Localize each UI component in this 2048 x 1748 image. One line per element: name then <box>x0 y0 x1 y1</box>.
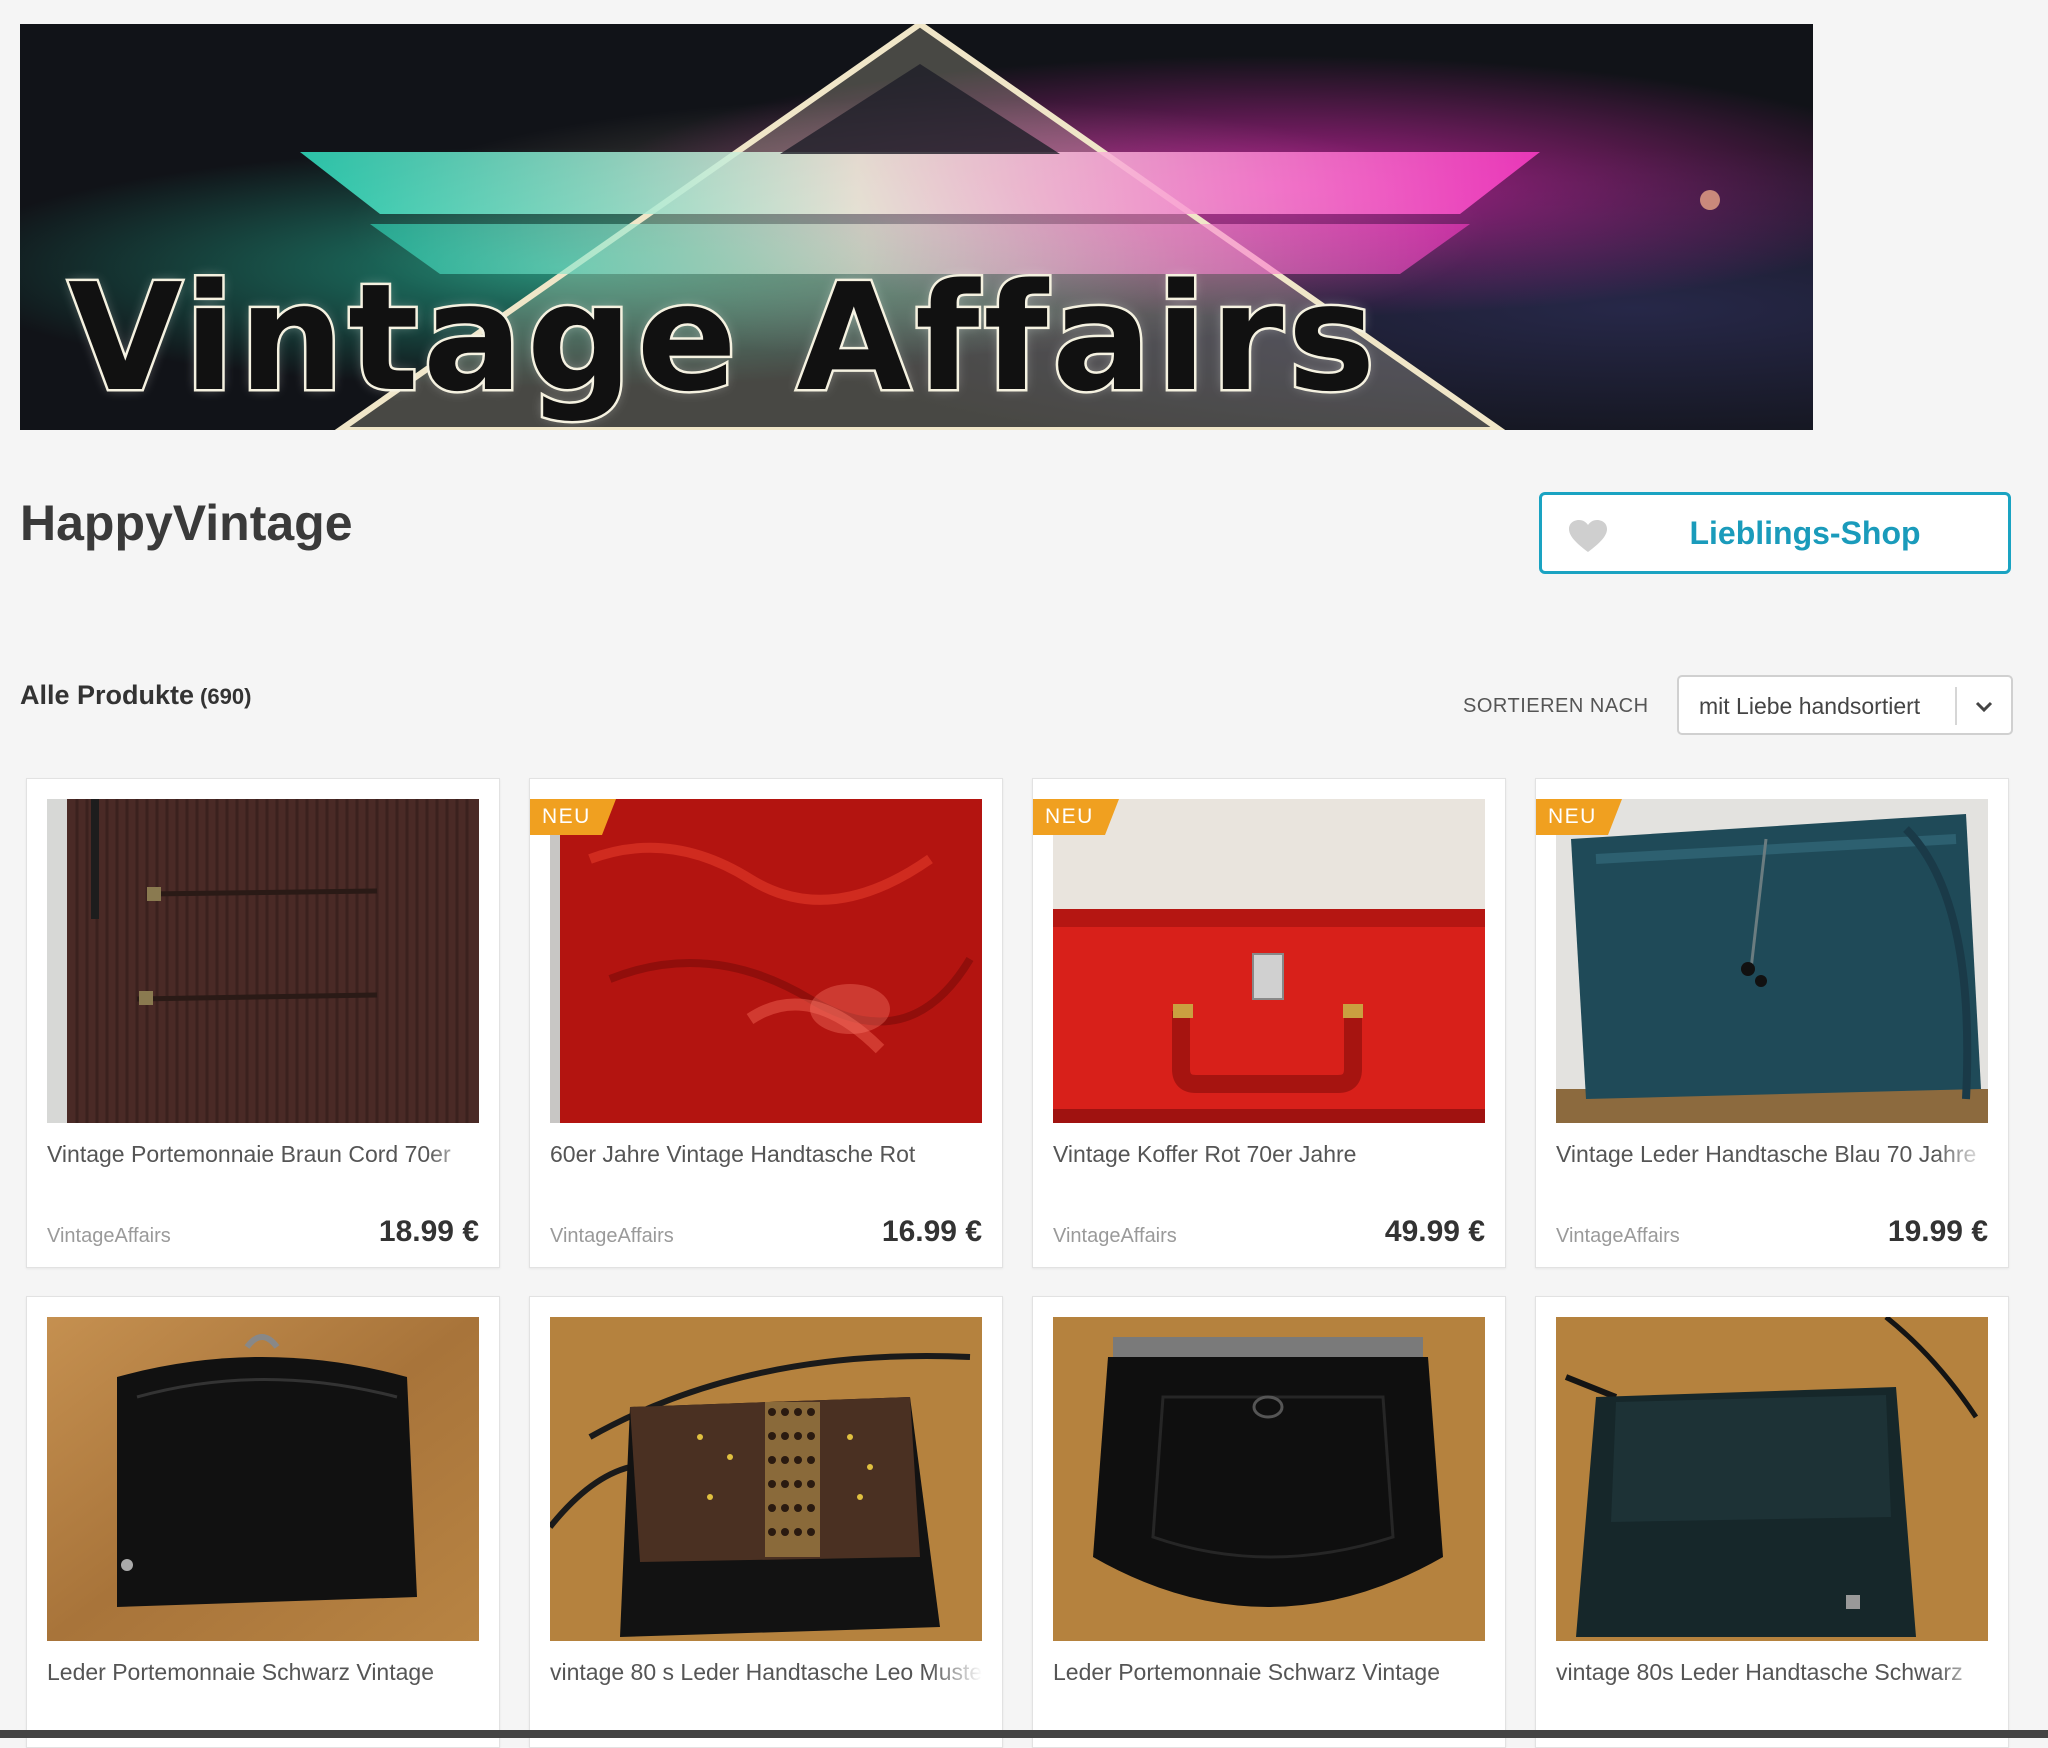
product-price: 18.99 € <box>378 1215 479 1248</box>
product-seller[interactable]: VintageAffairs <box>47 1225 171 1248</box>
banner-logo-text: Vintage Affairs <box>66 250 1380 427</box>
product-card[interactable]: vintage 80s Leder Handtasche Schwarz <box>1535 1296 2009 1748</box>
product-title[interactable]: Vintage Portemonnaie Braun Cord 70er <box>47 1141 479 1168</box>
product-card[interactable]: NEU Vintage Leder Handtasche Blau 70 Jahr… <box>1535 778 2009 1268</box>
product-count: (690) <box>200 684 252 709</box>
new-badge-label: NEU <box>1548 805 1597 828</box>
product-image[interactable] <box>47 1317 479 1641</box>
product-image[interactable] <box>1556 1317 1988 1641</box>
product-image[interactable] <box>550 1317 982 1641</box>
bottom-strip <box>0 1730 2048 1738</box>
product-image[interactable] <box>1053 799 1485 1123</box>
sort-dropdown[interactable]: mit Liebe handsortiert <box>1677 675 2013 735</box>
all-products-label: Alle Produkte <box>20 680 195 710</box>
shop-name: HappyVintage <box>20 495 353 551</box>
product-card[interactable]: NEU Vintage Koffer Rot 70er Jahre VintageA… <box>1032 778 1506 1268</box>
product-price: 49.99 € <box>1384 1215 1485 1248</box>
sort-label: SORTIEREN NACH <box>1463 695 1649 717</box>
sort-selected-value: mit Liebe handsortiert <box>1699 693 1921 719</box>
product-seller[interactable]: VintageAffairs <box>1053 1225 1177 1248</box>
heart-icon <box>1569 520 1607 552</box>
product-card[interactable]: Vintage Portemonnaie Braun Cord 70er Vint… <box>26 778 500 1268</box>
new-badge-label: NEU <box>1045 805 1094 828</box>
product-price: 19.99 € <box>1887 1215 1988 1248</box>
new-badge: NEU <box>1033 799 1119 835</box>
product-image[interactable] <box>1053 1317 1485 1641</box>
sort-divider <box>1955 687 1957 725</box>
product-title[interactable]: Vintage Koffer Rot 70er Jahre <box>1053 1141 1485 1168</box>
product-card[interactable]: Leder Portemonnaie Schwarz Vintage <box>26 1296 500 1748</box>
favorite-shop-label: Lieblings-Shop <box>1689 514 1921 551</box>
product-image[interactable] <box>550 799 982 1123</box>
new-badge-label: NEU <box>542 805 591 828</box>
product-title[interactable]: Leder Portemonnaie Schwarz Vintage <box>47 1659 479 1686</box>
product-title[interactable]: vintage 80s Leder Handtasche Schwarz <box>1556 1659 1988 1686</box>
product-title[interactable]: 60er Jahre Vintage Handtasche Rot <box>550 1141 982 1168</box>
product-image[interactable] <box>1556 799 1988 1123</box>
product-price: 16.99 € <box>881 1215 982 1248</box>
product-card[interactable]: vintage 80 s Leder Handtasche Leo Muster <box>529 1296 1003 1748</box>
product-image[interactable] <box>47 799 479 1123</box>
product-card[interactable]: NEU 60er Jahre Vintage Handtasche Rot Vint… <box>529 778 1003 1268</box>
product-title[interactable]: vintage 80 s Leder Handtasche Leo Muster <box>550 1659 982 1686</box>
product-seller[interactable]: VintageAffairs <box>1556 1225 1680 1248</box>
shop-banner: Vintage Affairs <box>20 24 1813 430</box>
product-title[interactable]: Vintage Leder Handtasche Blau 70 Jahre <box>1556 1141 1988 1168</box>
product-seller[interactable]: VintageAffairs <box>550 1225 674 1248</box>
product-card[interactable]: Leder Portemonnaie Schwarz Vintage <box>1032 1296 1506 1748</box>
new-badge: NEU <box>1536 799 1622 835</box>
product-title[interactable]: Leder Portemonnaie Schwarz Vintage <box>1053 1659 1485 1686</box>
new-badge: NEU <box>530 799 616 835</box>
chevron-down-icon <box>1975 701 1993 713</box>
all-products-heading: Alle Produkte (690) <box>20 680 251 711</box>
favorite-shop-button[interactable]: Lieblings-Shop <box>1539 492 2011 574</box>
